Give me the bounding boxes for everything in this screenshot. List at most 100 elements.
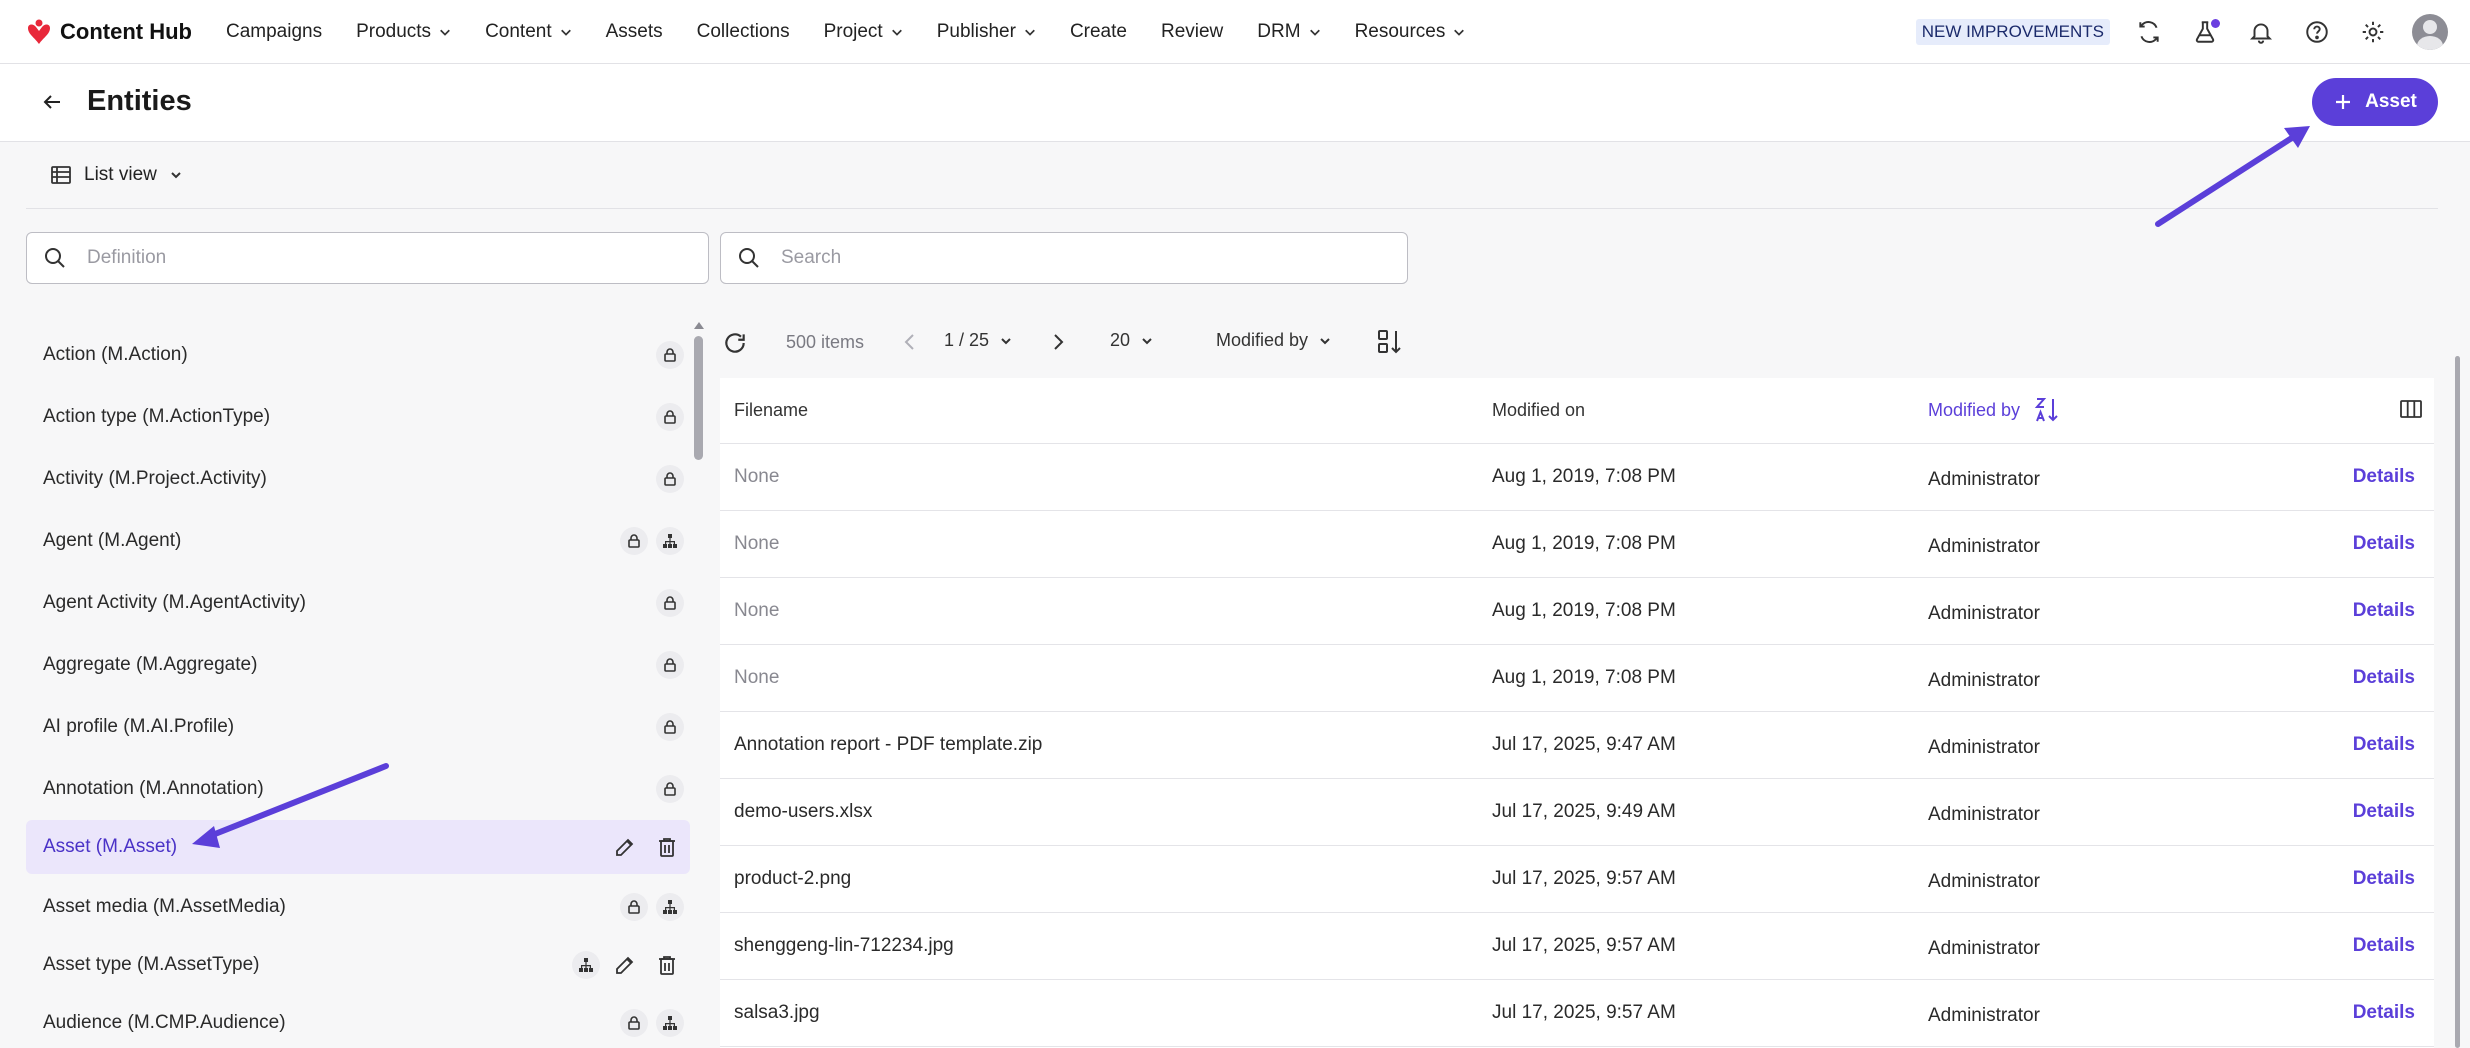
nav-item-publisher[interactable]: Publisher <box>937 21 1036 43</box>
lock-icon <box>620 893 648 921</box>
nav-item-campaigns[interactable]: Campaigns <box>226 21 322 43</box>
details-link[interactable]: Details <box>2353 600 2415 622</box>
cell-modified-on: Aug 1, 2019, 7:08 PM <box>1492 600 1676 621</box>
definition-item[interactable]: Action (M.Action) <box>26 328 690 382</box>
definition-item[interactable]: Activity (M.Project.Activity) <box>26 452 690 506</box>
edit-icon[interactable] <box>608 948 642 982</box>
add-asset-button[interactable]: Asset <box>2312 78 2438 126</box>
cell-modified-by: Administrator <box>1928 1005 2040 1026</box>
delete-icon[interactable] <box>650 830 684 864</box>
cell-modified-on: Aug 1, 2019, 7:08 PM <box>1492 466 1676 487</box>
cell-filename: product-2.png <box>734 868 852 889</box>
definition-label: Action type (M.ActionType) <box>43 406 271 427</box>
edit-icon[interactable] <box>608 830 642 864</box>
delete-icon[interactable] <box>650 948 684 982</box>
table-row[interactable]: None Aug 1, 2019, 7:08 PM Administrator Det… <box>720 645 2434 712</box>
lock-icon <box>656 651 684 679</box>
definition-search-field[interactable] <box>26 232 709 284</box>
nav-item-create[interactable]: Create <box>1070 21 1127 43</box>
definition-item[interactable]: Asset type (M.AssetType) <box>26 938 690 992</box>
nav-item-content[interactable]: Content <box>485 21 572 43</box>
page-title: Entities <box>87 85 192 117</box>
entity-search-field[interactable] <box>720 232 1408 284</box>
next-page-icon[interactable] <box>1046 330 1070 354</box>
lock-icon <box>656 403 684 431</box>
column-header-modified-on[interactable]: Modified on <box>1492 400 1585 421</box>
nav-item-collections[interactable]: Collections <box>697 21 790 43</box>
page-selector[interactable]: 1 / 25 <box>944 330 1013 351</box>
content-hub-logo-icon <box>28 19 50 44</box>
table-row[interactable]: shenggeng-lin-712234.jpg Jul 17, 2025, 9:… <box>720 913 2434 980</box>
gear-icon[interactable] <box>2356 15 2390 49</box>
brand[interactable]: Content Hub <box>24 17 192 47</box>
item-count: 500 items <box>786 332 865 352</box>
cell-modified-on: Aug 1, 2019, 7:08 PM <box>1492 667 1676 688</box>
details-link[interactable]: Details <box>2353 734 2415 756</box>
definition-item[interactable]: Asset (M.Asset) <box>26 820 690 874</box>
sort-by-selector[interactable]: Modified by <box>1216 330 1332 351</box>
cell-modified-by: Administrator <box>1928 469 2040 490</box>
definition-item[interactable]: Aggregate (M.Aggregate) <box>26 638 690 692</box>
refresh-icon[interactable] <box>722 330 748 356</box>
new-improvements-link[interactable]: NEW IMPROVEMENTS <box>1915 19 2110 45</box>
column-settings-icon[interactable] <box>2398 396 2424 422</box>
nav-item-drm[interactable]: DRM <box>1257 21 1320 43</box>
scroll-up-arrow-icon[interactable] <box>694 322 704 329</box>
table-scrollbar[interactable] <box>2455 356 2460 1048</box>
definition-item[interactable]: Annotation (M.Annotation) <box>26 762 690 816</box>
entity-search-input[interactable] <box>781 247 1317 269</box>
nav-item-products[interactable]: Products <box>356 21 451 43</box>
details-link[interactable]: Details <box>2353 466 2415 488</box>
table-row[interactable]: None Aug 1, 2019, 7:08 PM Administrator Det… <box>720 444 2434 511</box>
flask-icon[interactable] <box>2188 15 2222 49</box>
definition-icons <box>656 638 684 692</box>
avatar[interactable] <box>2412 14 2448 50</box>
details-link[interactable]: Details <box>2353 801 2415 823</box>
details-link[interactable]: Details <box>2353 533 2415 555</box>
definition-item[interactable]: Asset media (M.AssetMedia) <box>26 880 690 934</box>
scroll-thumb[interactable] <box>694 336 703 460</box>
column-header-modified-by[interactable]: Modified by <box>1928 396 2060 424</box>
details-link[interactable]: Details <box>2353 868 2415 890</box>
table-row[interactable]: demo-users.xlsx Jul 17, 2025, 9:49 AM Admi… <box>720 779 2434 846</box>
nav-item-project[interactable]: Project <box>824 21 903 43</box>
column-header-filename[interactable]: Filename <box>734 400 808 421</box>
definition-label: Annotation (M.Annotation) <box>43 778 264 799</box>
table-header-row: Filename Modified on Modified by <box>720 378 2434 444</box>
definition-list-scrollbar[interactable] <box>692 322 706 1048</box>
details-link[interactable]: Details <box>2353 667 2415 689</box>
definition-search-input[interactable] <box>87 247 619 269</box>
definition-label: Agent (M.Agent) <box>43 530 182 551</box>
sync-icon[interactable] <box>2132 15 2166 49</box>
table-row[interactable]: None Aug 1, 2019, 7:08 PM Administrator Det… <box>720 578 2434 645</box>
page-size-selector[interactable]: 20 <box>1110 330 1154 351</box>
details-link[interactable]: Details <box>2353 935 2415 957</box>
notification-dot <box>2211 19 2220 28</box>
details-link[interactable]: Details <box>2353 1002 2415 1024</box>
previous-page-icon[interactable] <box>898 330 922 354</box>
cell-modified-by: Administrator <box>1928 871 2040 892</box>
help-icon[interactable] <box>2300 15 2334 49</box>
table-row[interactable]: Annotation report - PDF template.zip Jul … <box>720 712 2434 779</box>
plus-icon <box>2336 95 2351 109</box>
definition-item[interactable]: Audience (M.CMP.Audience) <box>26 996 690 1048</box>
nav-item-resources[interactable]: Resources <box>1355 21 1466 43</box>
bell-icon[interactable] <box>2244 15 2278 49</box>
nav-item-label: Review <box>1160 20 1224 42</box>
nav-item-assets[interactable]: Assets <box>606 21 663 43</box>
definition-item[interactable]: Action type (M.ActionType) <box>26 390 690 444</box>
definition-item[interactable]: AI profile (M.AI.Profile) <box>26 700 690 754</box>
cell-modified-by: Administrator <box>1928 804 2040 825</box>
nav-item-review[interactable]: Review <box>1161 21 1223 43</box>
view-selector[interactable]: List view <box>50 164 183 186</box>
table-row[interactable]: None Aug 1, 2019, 7:08 PM Administrator Det… <box>720 511 2434 578</box>
definition-label: Action (M.Action) <box>43 344 188 365</box>
table-row[interactable]: salsa3.jpg Jul 17, 2025, 9:57 AM Administr… <box>720 980 2434 1047</box>
definition-item[interactable]: Agent (M.Agent) <box>26 514 690 568</box>
definition-icons <box>656 452 684 506</box>
definition-item[interactable]: Agent Activity (M.AgentActivity) <box>26 576 690 630</box>
table-row[interactable]: product-2.png Jul 17, 2025, 9:57 AM Admini… <box>720 846 2434 913</box>
back-arrow-icon[interactable] <box>36 86 68 118</box>
cell-filename: demo-users.xlsx <box>734 801 873 822</box>
sort-direction-icon[interactable] <box>1376 328 1404 356</box>
